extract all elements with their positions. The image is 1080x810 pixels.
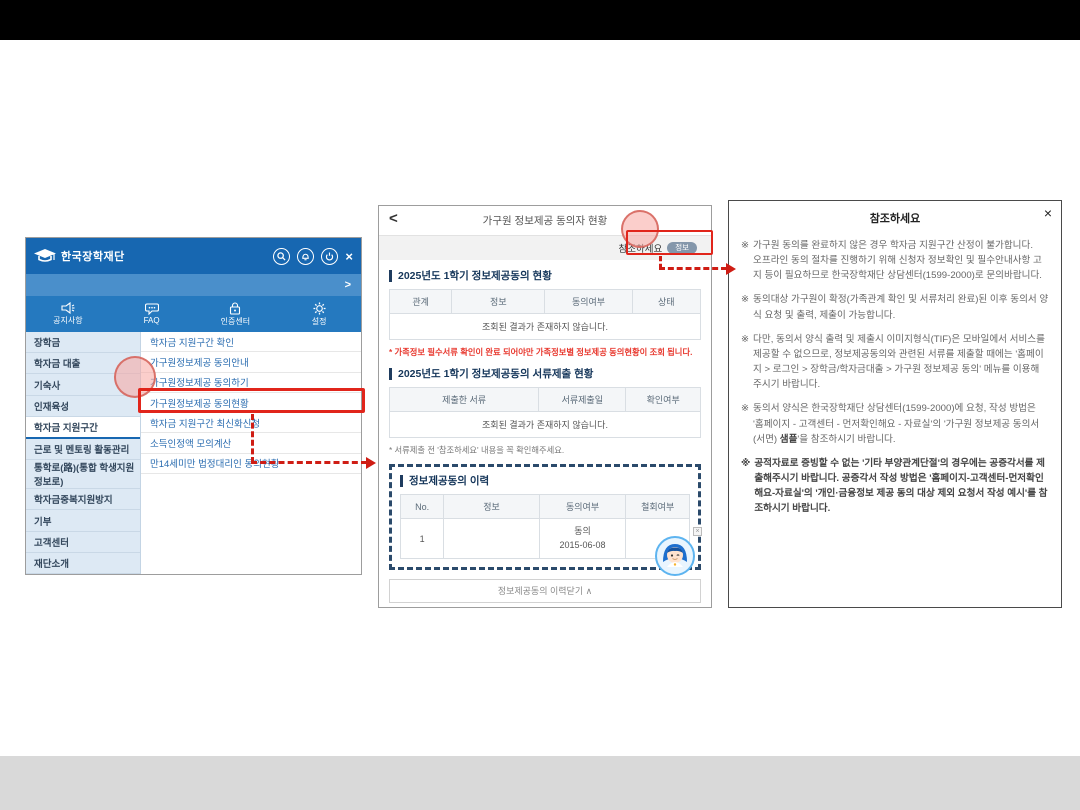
section-title-consent-history: 정보제공동의 이력 xyxy=(400,475,690,487)
app-header: 한국장학재단 × xyxy=(26,238,361,274)
logo-text: 한국장학재단 xyxy=(61,248,125,264)
chatbot-button[interactable]: × xyxy=(655,536,695,576)
col-header: 서류제출일 xyxy=(539,388,626,412)
section-title-doc-submission: 2025년도 1학기 정보제공동의 서류제출 현황 xyxy=(389,368,701,380)
search-icon[interactable] xyxy=(273,248,290,265)
consent-status: 동의 xyxy=(542,525,624,539)
col-header: 철회여부 xyxy=(626,495,690,519)
bullet-marker: ※ xyxy=(741,292,749,322)
connector-arrow-icon xyxy=(726,263,736,275)
consent-history-table: No. 정보 동의여부 철회여부 1 동의 2015-06-08 xyxy=(400,494,690,559)
connector-arrow-icon xyxy=(366,457,376,469)
required-docs-note: * 가족정보 필수서류 확인이 완료 되어야만 가족정보별 정보제공 동의현황이… xyxy=(389,346,701,358)
close-history-button[interactable]: 정보제공동의 이력닫기 ∧ xyxy=(389,579,701,603)
connector-line xyxy=(251,461,367,464)
nav-item-duplicate-prevention[interactable]: 학자금중복지원방지 xyxy=(26,489,140,510)
consent-status-table: 관계 정보 동의여부 상태 조회된 결과가 존재하지 않습니다. xyxy=(389,289,701,340)
nav-item-talent[interactable]: 인재육성 xyxy=(26,396,140,417)
bullet-text: 동의서 양식은 한국장학재단 상담센터(1599-2000)에 요청, 작성 방… xyxy=(753,401,1049,446)
connector-line xyxy=(251,414,254,463)
reference-bullet: ※ 다만, 동의서 양식 출력 및 제출시 이미지형식(TIF)은 모바일에서 … xyxy=(741,332,1049,393)
doc-submission-table: 제출한 서류 서류제출일 확인여부 조회된 결과가 존재하지 않습니다. xyxy=(389,387,701,438)
history-row: 1 동의 2015-06-08 xyxy=(401,519,690,559)
bullet-text: 다만, 동의서 양식 출력 및 제출시 이미지형식(TIF)은 모바일에서 서비… xyxy=(753,332,1049,393)
close-icon[interactable]: × xyxy=(345,250,353,263)
bullet-text-bold-segment: 샘플 xyxy=(780,434,798,445)
col-header: 상태 xyxy=(632,290,700,314)
subnav-consent-guide[interactable]: 가구원정보제공 동의안내 xyxy=(141,352,361,372)
col-header: 정보 xyxy=(444,495,539,519)
lock-icon xyxy=(229,302,241,315)
nav-item-donation[interactable]: 기부 xyxy=(26,510,140,531)
quick-menu-bar: 공지사항 FAQ 인증센터 설정 xyxy=(26,296,361,332)
chat-bubble-icon xyxy=(145,303,159,315)
bullet-marker: ※ xyxy=(741,238,749,283)
top-black-bar xyxy=(0,0,1080,40)
screen-title: 가구원 정보제공 동의자 현황 xyxy=(483,213,608,228)
col-header: 동의여부 xyxy=(545,290,632,314)
quick-label: 인증센터 xyxy=(221,316,250,327)
subnav-check-bracket[interactable]: 학자금 지원구간 확인 xyxy=(141,332,361,352)
quick-item-notice[interactable]: 공지사항 xyxy=(26,296,110,332)
kosaf-logo: 한국장학재단 xyxy=(34,248,125,264)
quick-item-auth-center[interactable]: 인증센터 xyxy=(194,296,278,332)
nav-item-about[interactable]: 재단소개 xyxy=(26,553,140,574)
nav-item-scholarship[interactable]: 장학금 xyxy=(26,332,140,353)
reference-popup: 참조하세요 × ※ 가구원 동의를 완료하지 않은 경우 학자금 지원구간 산정… xyxy=(728,200,1062,608)
megaphone-icon xyxy=(61,302,75,314)
quick-item-faq[interactable]: FAQ xyxy=(110,296,194,332)
chatbot-mascot-icon xyxy=(655,536,695,576)
reference-bullet-important: ※ 공적자료로 증빙할 수 없는 '기타 부양관계단절'의 경우에는 공증각서를… xyxy=(741,456,1049,517)
col-header: 확인여부 xyxy=(626,388,701,412)
reference-bullet: ※ 동의대상 가구원이 확정(가족관계 확인 및 서류처리 완료)된 이후 동의… xyxy=(741,292,1049,322)
banner-strip[interactable]: > xyxy=(26,274,361,296)
col-header: 관계 xyxy=(390,290,452,314)
section-title-consent-status: 2025년도 1학기 정보제공동의 현황 xyxy=(389,270,701,282)
power-icon[interactable] xyxy=(321,248,338,265)
col-header: 정보 xyxy=(452,290,545,314)
bullet-text: 동의대상 가구원이 확정(가족관계 확인 및 서류처리 완료)된 이후 동의서 … xyxy=(753,292,1049,322)
quick-label: 공지사항 xyxy=(53,315,82,326)
bullet-marker: ※ xyxy=(741,332,749,393)
highlight-box-reference-button xyxy=(626,230,713,255)
bullet-text: 가구원 동의를 완료하지 않은 경우 학자금 지원구간 산정이 불가합니다. 오… xyxy=(753,238,1049,283)
chevron-right-icon[interactable]: > xyxy=(345,279,351,291)
reference-bullet: ※ 가구원 동의를 완료하지 않은 경우 학자금 지원구간 산정이 불가합니다.… xyxy=(741,238,1049,283)
quick-label: FAQ xyxy=(144,316,160,325)
popup-title: 참조하세요 xyxy=(729,210,1061,226)
bullet-marker: ※ xyxy=(741,456,750,517)
bullet-marker: ※ xyxy=(741,401,749,446)
back-icon[interactable]: < xyxy=(389,210,398,227)
history-consent: 동의 2015-06-08 xyxy=(539,519,626,559)
col-header: 제출한 서류 xyxy=(390,388,539,412)
nav-item-work-mentoring[interactable]: 근로 및 멘토링 활동관리 xyxy=(26,439,140,460)
nav-item-customer-center[interactable]: 고객센터 xyxy=(26,532,140,553)
nav-item-tonghakro[interactable]: 통학로(路)(통합 학생지원 정보로) xyxy=(26,460,140,489)
reference-reminder-note: * 서류제출 전 '참조하세요' 내용을 꼭 확인해주세요. xyxy=(389,444,701,456)
consent-date: 2015-06-08 xyxy=(542,539,624,553)
empty-result-text: 조회된 결과가 존재하지 않습니다. xyxy=(390,314,701,340)
quick-item-settings[interactable]: 설정 xyxy=(277,296,361,332)
chatbot-close-icon[interactable]: × xyxy=(693,527,702,536)
col-header: No. xyxy=(401,495,444,519)
quick-label: 설정 xyxy=(312,316,327,327)
screenshot-stage: 한국장학재단 × > 공지사항 xyxy=(0,0,1080,810)
connector-line xyxy=(659,267,727,270)
highlight-box-consent-status-menu xyxy=(138,388,365,413)
bottom-gray-bar xyxy=(0,756,1080,810)
alarm-bell-icon[interactable] xyxy=(297,248,314,265)
col-header: 동의여부 xyxy=(539,495,626,519)
graduation-cap-icon xyxy=(34,249,56,264)
reference-bullet: ※ 동의서 양식은 한국장학재단 상담센터(1599-2000)에 요청, 작성… xyxy=(741,401,1049,446)
gear-icon xyxy=(313,302,326,315)
bullet-text-segment: '을 참조하시기 바랍니다. xyxy=(797,434,895,445)
history-info xyxy=(444,519,539,559)
empty-result-text: 조회된 결과가 존재하지 않습니다. xyxy=(390,412,701,438)
history-no: 1 xyxy=(401,519,444,559)
nav-item-support-bracket[interactable]: 학자금 지원구간 xyxy=(26,417,140,439)
bullet-text: 공적자료로 증빙할 수 없는 '기타 부양관계단절'의 경우에는 공증각서를 제… xyxy=(754,456,1049,517)
popup-close-icon[interactable]: × xyxy=(1044,205,1052,221)
